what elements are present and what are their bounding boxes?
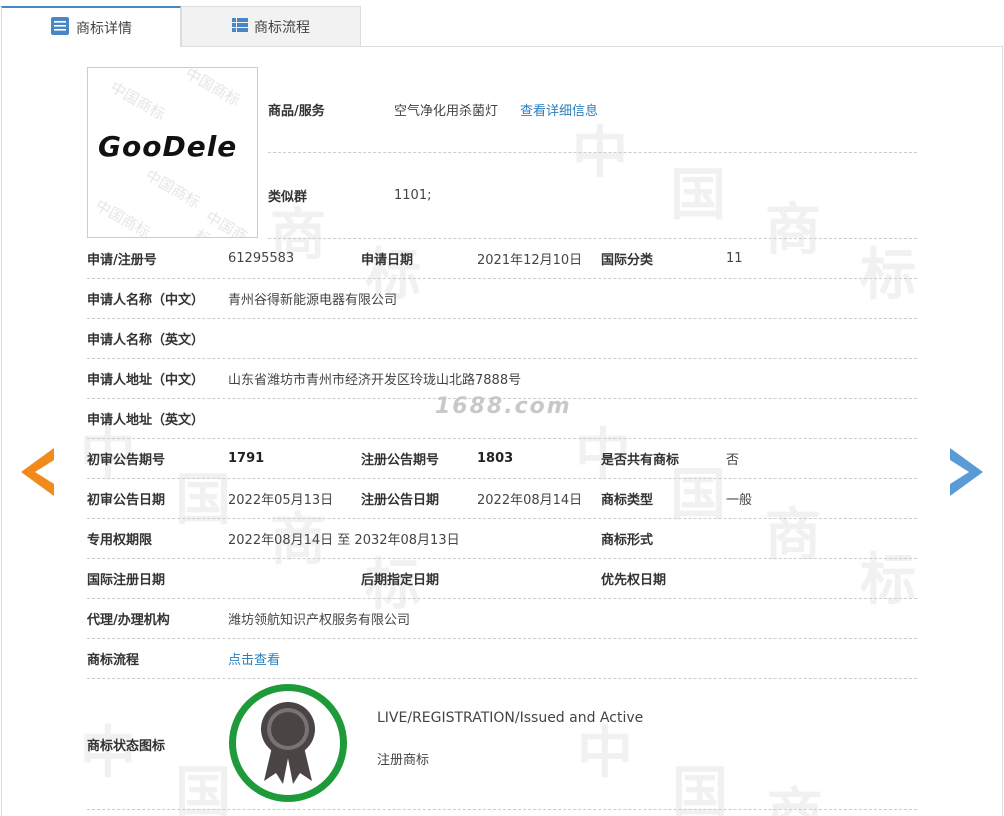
tab-label: 商标详情: [76, 20, 132, 37]
logo-watermark: 中国商标: [191, 207, 251, 238]
exclusive-period-label: 专用权期限: [87, 533, 153, 548]
reg-issue-value: 1803: [477, 451, 514, 466]
medal-icon: [261, 702, 315, 784]
flow-row: 商标流程 点击查看: [87, 639, 917, 679]
tab-trademark-details[interactable]: 商标详情: [1, 6, 181, 47]
view-details-link[interactable]: 查看详细信息: [520, 67, 598, 152]
address-en-row: 申请人地址（英文） 1688.com: [87, 394, 917, 439]
list-icon: [232, 17, 248, 37]
apply-date-value: 2021年12月10日: [477, 253, 583, 268]
prelim-date-label: 初审公告日期: [87, 493, 166, 508]
address-cn-label: 申请人地址（中文）: [87, 373, 205, 388]
trademark-image: 中国商标 中国商标 中国商标 中国商标 中国商标 GooDele: [87, 67, 258, 238]
tab-trademark-flow[interactable]: 商标流程: [181, 6, 361, 47]
intl-class-label: 国际分类: [601, 253, 654, 268]
address-en-label: 申请人地址（英文）: [87, 413, 205, 428]
reg-date-value: 2022年08月14日: [477, 493, 583, 508]
applicant-en-row: 申请人名称（英文）: [87, 319, 917, 359]
later-designation-label: 后期指定日期: [361, 573, 440, 588]
prev-arrow-button[interactable]: [21, 448, 55, 496]
intl-reg-date-label: 国际注册日期: [87, 573, 166, 588]
status-icon-row: 商标状态图标 LIVE/REGISTRATION/Issued and Acti…: [87, 679, 917, 810]
goods-value: 空气净化用杀菌灯: [394, 104, 499, 119]
reg-issue-label: 注册公告期号: [361, 453, 440, 468]
similar-group-value: 1101;: [394, 188, 432, 203]
reg-date-label: 注册公告日期: [361, 493, 440, 508]
next-arrow-button[interactable]: [949, 448, 983, 496]
prelim-date-value: 2022年05月13日: [228, 493, 334, 508]
chevron-left-icon: [21, 448, 54, 496]
exclusive-period-row: 专用权期限 2022年08月14日 至 2032年08月13日 商标形式: [87, 519, 917, 559]
agent-row: 代理/办理机构 潍坊领航知识产权服务有限公司: [87, 599, 917, 639]
intl-class-value: 11: [726, 251, 743, 266]
view-flow-link[interactable]: 点击查看: [228, 639, 280, 678]
status-en: LIVE/REGISTRATION/Issued and Active: [377, 710, 644, 726]
priority-date-label: 优先权日期: [601, 573, 667, 588]
logo-watermark: 中国商标: [142, 166, 204, 212]
list-document-icon: [50, 16, 70, 40]
goods-row: 商品/服务 空气净化用杀菌灯 查看详细信息: [268, 67, 917, 153]
reg-no-label: 申请/注册号: [87, 253, 157, 268]
logo-watermark: 中国商标: [92, 196, 154, 238]
mark-form-label: 商标形式: [601, 533, 654, 548]
status-icon-label: 商标状态图标: [87, 738, 166, 754]
logo-watermark: 中国商标: [107, 78, 169, 124]
logo-watermark: 中国商标: [182, 67, 244, 110]
goods-label: 商品/服务: [268, 104, 325, 119]
logo-wordmark: GooDele: [98, 130, 238, 163]
shared-value: 否: [726, 453, 740, 468]
issue-date-row: 初审公告日期 2022年05月13日 注册公告日期 2022年08月14日 商标…: [87, 479, 917, 519]
intl-reg-row: 国际注册日期 后期指定日期 优先权日期: [87, 559, 917, 599]
agent-label: 代理/办理机构: [87, 613, 170, 628]
exclusive-period-value: 2022年08月14日 至 2032年08月13日: [228, 533, 460, 548]
similar-group-label: 类似群: [268, 190, 308, 205]
applicant-cn-row: 申请人名称（中文） 青州谷得新能源电器有限公司: [87, 279, 917, 319]
reg-no-value: 61295583: [228, 251, 295, 266]
applicant-cn-label: 申请人名称（中文）: [87, 293, 205, 308]
status-cn: 注册商标: [377, 752, 430, 768]
issue-no-row: 初审公告期号 1791 注册公告期号 1803 是否共有商标 否: [87, 439, 917, 479]
prelim-issue-label: 初审公告期号: [87, 453, 166, 468]
shared-label: 是否共有商标: [601, 453, 680, 468]
mark-type-value: 一般: [726, 493, 753, 508]
agent-value: 潍坊领航知识产权服务有限公司: [228, 613, 411, 628]
registered-status-badge: [229, 684, 347, 802]
applicant-en-label: 申请人名称（英文）: [87, 333, 205, 348]
prelim-issue-value: 1791: [228, 451, 265, 466]
tab-label: 商标流程: [254, 19, 310, 36]
tab-bar: 商标详情 商标流程: [0, 0, 1004, 47]
applicant-cn-value: 青州谷得新能源电器有限公司: [228, 293, 398, 308]
site-watermark: 1688.com: [435, 394, 572, 419]
similar-group-row: 类似群 1101;: [268, 153, 917, 239]
chevron-right-icon: [950, 448, 983, 496]
mark-type-label: 商标类型: [601, 493, 654, 508]
apply-date-label: 申请日期: [361, 253, 414, 268]
reg-no-row: 申请/注册号 61295583 申请日期 2021年12月10日 国际分类 11: [87, 239, 917, 279]
flow-label: 商标流程: [87, 653, 140, 668]
